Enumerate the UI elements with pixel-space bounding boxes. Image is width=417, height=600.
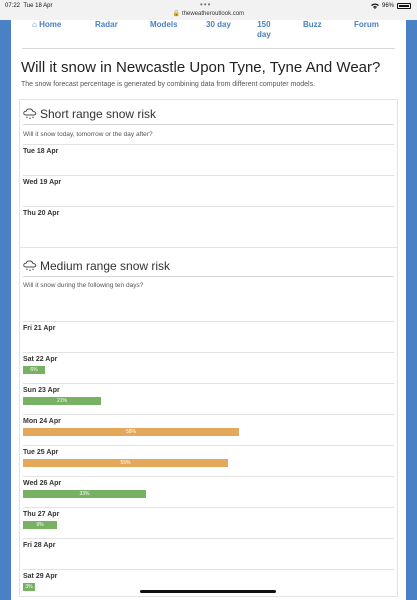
- page-title: Will it snow in Newcastle Upon Tyne, Tyn…: [21, 59, 381, 76]
- row-divider: [23, 569, 394, 570]
- url-bar[interactable]: 🔒 theweatheroutlook.com: [0, 10, 417, 20]
- nav-models[interactable]: Models: [150, 20, 178, 30]
- status-indicators: 96%: [370, 3, 411, 9]
- medium-range-row: Wed 26 Apr 33%: [23, 476, 394, 507]
- medium-range-row: Sat 22 Apr 6%: [23, 352, 394, 383]
- battery-icon: [397, 3, 411, 9]
- day-label: Fri 28 Apr: [23, 542, 56, 549]
- snow-risk-bar: 58%: [23, 428, 239, 436]
- nav-radar[interactable]: Radar: [95, 20, 118, 30]
- page-intro: The snow forecast percentage is generate…: [21, 81, 316, 88]
- day-label: Wed 19 Apr: [23, 179, 62, 186]
- day-label: Thu 27 Apr: [23, 511, 60, 518]
- short-range-row: Tue 18 Apr: [23, 144, 394, 175]
- snow-risk-bar: 3%: [23, 583, 35, 591]
- medium-range-row: Fri 28 Apr: [23, 538, 394, 569]
- medium-range-row: Fri 21 Apr: [23, 321, 394, 352]
- row-divider: [23, 445, 394, 446]
- day-label: Sat 29 Apr: [23, 573, 58, 580]
- medium-range-row: Sun 23 Apr 21%: [23, 383, 394, 414]
- row-divider: [23, 321, 394, 322]
- day-label: Sat 22 Apr: [23, 356, 58, 363]
- day-label: Mon 24 Apr: [23, 418, 61, 425]
- snow-risk-bar: 9%: [23, 521, 57, 529]
- short-range-title: Short range snow risk: [23, 107, 156, 121]
- snow-risk-bar: 33%: [23, 490, 146, 498]
- lock-icon: 🔒: [172, 11, 181, 17]
- row-divider: [23, 352, 394, 353]
- medium-range-question: Will it snow during the following ten da…: [23, 282, 144, 289]
- nav-divider: [22, 48, 395, 49]
- medium-range-row: Mon 24 Apr 58%: [23, 414, 394, 445]
- main-nav: ⌂ Home Radar Models 30 day 150 day Buzz F…: [22, 20, 395, 49]
- day-label: Thu 20 Apr: [23, 210, 60, 217]
- day-label: Wed 26 Apr: [23, 480, 62, 487]
- row-divider: [23, 507, 394, 508]
- short-range-question: Will it snow today, tomorrow or the day …: [23, 131, 153, 138]
- day-label: Sun 23 Apr: [23, 387, 60, 394]
- row-divider: [23, 538, 394, 539]
- snow-risk-bar: 55%: [23, 459, 228, 467]
- house-icon: ⌂: [32, 20, 37, 29]
- wifi-icon: [370, 3, 379, 9]
- medium-range-title-rule: [23, 276, 394, 277]
- medium-range-row: Tue 25 Apr 55%: [23, 445, 394, 476]
- snow-cloud-icon: [23, 260, 37, 271]
- nav-150-day[interactable]: 150 day: [257, 20, 271, 40]
- nav-30-day[interactable]: 30 day: [206, 20, 231, 30]
- short-range-row: Thu 20 Apr: [23, 206, 394, 237]
- medium-range-card: Medium range snow risk Will it snow duri…: [19, 247, 398, 597]
- nav-forum[interactable]: Forum: [354, 20, 379, 30]
- short-range-row: Wed 19 Apr: [23, 175, 394, 206]
- nav-buzz[interactable]: Buzz: [303, 20, 322, 30]
- short-range-title-rule: [23, 124, 394, 125]
- day-label: Fri 21 Apr: [23, 325, 56, 332]
- snow-risk-bar: 6%: [23, 366, 45, 374]
- snow-cloud-icon: [23, 108, 37, 119]
- row-divider: [23, 414, 394, 415]
- short-range-card: Short range snow risk Will it snow today…: [19, 99, 398, 250]
- page: ⌂ Home Radar Models 30 day 150 day Buzz F…: [11, 20, 406, 600]
- medium-range-title: Medium range snow risk: [23, 259, 170, 273]
- row-divider: [23, 144, 394, 145]
- snow-risk-bar: 21%: [23, 397, 101, 405]
- row-divider: [23, 476, 394, 477]
- status-time: 07:22 Tue 18 Apr: [5, 3, 53, 9]
- medium-range-row: Thu 27 Apr 9%: [23, 507, 394, 538]
- more-dots-icon[interactable]: •••: [200, 0, 211, 9]
- home-indicator[interactable]: [140, 590, 276, 593]
- day-label: Tue 18 Apr: [23, 148, 59, 155]
- day-label: Tue 25 Apr: [23, 449, 59, 456]
- row-divider: [23, 383, 394, 384]
- battery-percent: 96%: [381, 3, 394, 9]
- url-text: theweatheroutlook.com: [182, 11, 245, 17]
- medium-range-row: Sat 29 Apr 3%: [23, 569, 394, 600]
- row-divider: [23, 175, 394, 176]
- row-divider: [23, 206, 394, 207]
- nav-home[interactable]: ⌂ Home: [32, 20, 61, 30]
